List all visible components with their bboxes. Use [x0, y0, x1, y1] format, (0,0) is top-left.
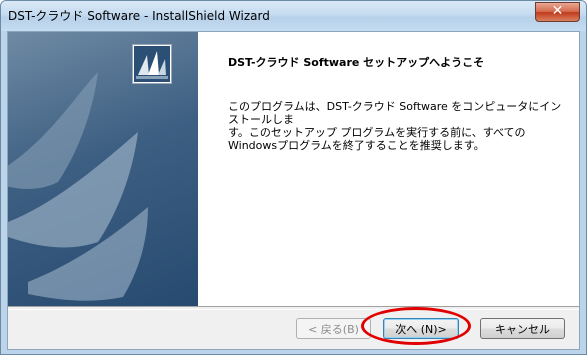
- window-title: DST-クラウド Software - InstallShield Wizard: [8, 9, 270, 23]
- close-button[interactable]: ✕: [535, 2, 580, 22]
- back-button[interactable]: < 戻る(B): [296, 318, 371, 339]
- cancel-button[interactable]: キャンセル: [480, 318, 565, 339]
- installer-window: DST-クラウド Software - InstallShield Wizard…: [0, 0, 587, 355]
- welcome-description: このプログラムは、DST-クラウド Software をコンピュータにインストー…: [228, 100, 562, 152]
- wizard-client-area: DST-クラウド Software セットアップへようこそ このプログラムは、D…: [7, 31, 580, 350]
- welcome-heading: DST-クラウド Software セットアップへようこそ: [228, 56, 485, 69]
- close-icon: ✕: [551, 3, 564, 19]
- content-panel: DST-クラウド Software セットアップへようこそ このプログラムは、D…: [198, 32, 579, 306]
- separator: [8, 306, 579, 310]
- title-bar[interactable]: DST-クラウド Software - InstallShield Wizard…: [1, 1, 586, 31]
- next-button-highlight: [361, 307, 471, 345]
- installshield-sail-icon: [132, 44, 172, 84]
